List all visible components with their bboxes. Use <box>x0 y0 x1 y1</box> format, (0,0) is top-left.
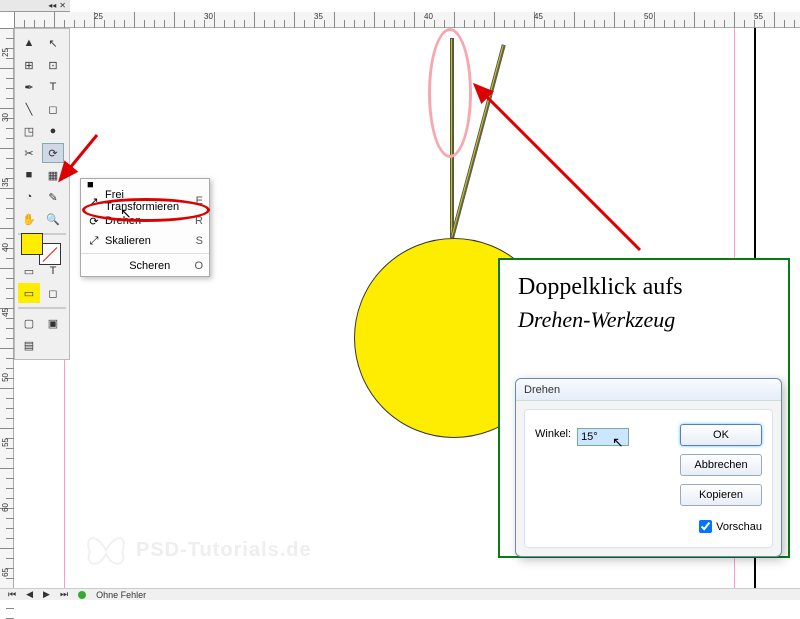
transform-context-menu: ■ ↗ Frei Transformieren E ⟳ Drehen R ⤢ S… <box>80 178 210 277</box>
status-errors: Ohne Fehler <box>96 590 146 600</box>
instruction-line1: Doppelklick aufs <box>518 274 770 301</box>
fill-swatch-tool[interactable]: ■ <box>18 165 40 185</box>
view-mode-b[interactable]: ▣ <box>42 313 64 333</box>
collapse-arrows-icon[interactable]: ◂◂ <box>48 1 56 10</box>
selection-tool[interactable]: ▲ <box>18 33 40 53</box>
view-mode-c[interactable]: ▤ <box>18 335 40 355</box>
annotation-arrow-dialog <box>460 70 660 270</box>
menu-rotate[interactable]: ⟳ Drehen R <box>81 211 209 231</box>
page-tool[interactable]: ⊞ <box>18 55 40 75</box>
line-tool[interactable]: ╲ <box>18 99 40 119</box>
dialog-title-text: Drehen <box>524 384 560 396</box>
menu-label: Frei Transformieren <box>105 189 196 213</box>
panel-tab-bar: ◂◂ ✕ <box>0 0 70 12</box>
menu-shear[interactable]: Scheren O <box>81 256 209 276</box>
dialog-titlebar[interactable]: Drehen <box>516 379 781 401</box>
butterfly-icon <box>84 530 128 570</box>
menu-shortcut: R <box>195 215 203 227</box>
nav-last-icon[interactable]: ⏭ <box>60 589 68 600</box>
type-tool[interactable]: T <box>42 77 64 97</box>
pen-tool[interactable]: ✒ <box>18 77 40 97</box>
hand-tool[interactable]: ✋ <box>18 209 40 229</box>
cancel-button[interactable]: Abbrechen <box>680 454 762 476</box>
preview-label: Vorschau <box>716 521 762 533</box>
color-swatches[interactable] <box>18 239 64 259</box>
menu-label: Drehen <box>105 215 195 227</box>
frame-tool[interactable]: ◳ <box>18 121 40 141</box>
apply-color[interactable]: ▭ <box>18 283 40 303</box>
scissors-tool[interactable]: ✂ <box>18 143 40 163</box>
apply-none[interactable]: ◻ <box>42 283 64 303</box>
view-mode-a[interactable]: ▢ <box>18 313 40 333</box>
scale-icon: ⤢ <box>87 235 101 248</box>
rectangle-tool[interactable]: ◻ <box>42 99 64 119</box>
swatch-pair-icon <box>19 231 63 267</box>
watermark: PSD-Tutorials.de <box>84 530 312 570</box>
ruler-horizontal: 25303540455055 <box>14 12 800 28</box>
menu-shortcut: S <box>196 235 203 247</box>
direct-selection-tool[interactable]: ↖ <box>42 33 64 53</box>
toolbox-separator <box>18 307 66 309</box>
annotation-arrow-tool <box>52 130 102 190</box>
menu-label: Scheren <box>105 260 194 272</box>
toolbox: ▲ ↖ ⊞ ⊡ ✒ T ╲ ◻ ◳ ● ✂ ⟳ ■ ▦ ◔ ✎ ✋ 🔍 ▭ T … <box>14 28 70 360</box>
angle-label: Winkel: <box>535 428 571 440</box>
pencil-tool[interactable]: ✎ <box>42 187 64 207</box>
preview-checkbox[interactable] <box>699 520 712 533</box>
ruler-vertical: 253035404550556065 <box>0 28 14 588</box>
angle-input[interactable] <box>577 428 629 446</box>
menu-shortcut: E <box>196 195 203 207</box>
close-panel-icon[interactable]: ✕ <box>59 1 66 10</box>
nav-first-icon[interactable]: ⏮ <box>8 589 16 600</box>
zoom-tool[interactable]: 🔍 <box>42 209 64 229</box>
gap-tool[interactable]: ⊡ <box>42 55 64 75</box>
copy-button[interactable]: Kopieren <box>680 484 762 506</box>
eyedropper-tool[interactable]: ◔ <box>18 187 40 207</box>
clock-hand-1 <box>450 38 454 238</box>
menu-separator <box>81 253 209 254</box>
ok-button[interactable]: OK <box>680 424 762 446</box>
instruction-line2: Drehen-Werkzeug <box>518 307 770 333</box>
menu-free-transform[interactable]: ↗ Frei Transformieren E <box>81 191 209 211</box>
nav-next-icon[interactable]: ▶ <box>43 589 50 600</box>
foreground-swatch[interactable] <box>21 233 43 255</box>
nav-prev-icon[interactable]: ◀ <box>26 589 33 600</box>
rotate-dialog: Drehen Winkel: OK Abbrechen Kopieren Vor… <box>515 378 782 557</box>
status-bar: ⏮ ◀ ▶ ⏭ Ohne Fehler <box>0 588 800 600</box>
free-transform-icon: ↗ <box>87 195 101 208</box>
menu-scale[interactable]: ⤢ Skalieren S <box>81 231 209 251</box>
menu-shortcut: O <box>194 260 203 272</box>
status-dot-icon <box>78 591 86 599</box>
rotate-icon: ⟳ <box>87 215 101 228</box>
menu-label: Skalieren <box>105 235 196 247</box>
